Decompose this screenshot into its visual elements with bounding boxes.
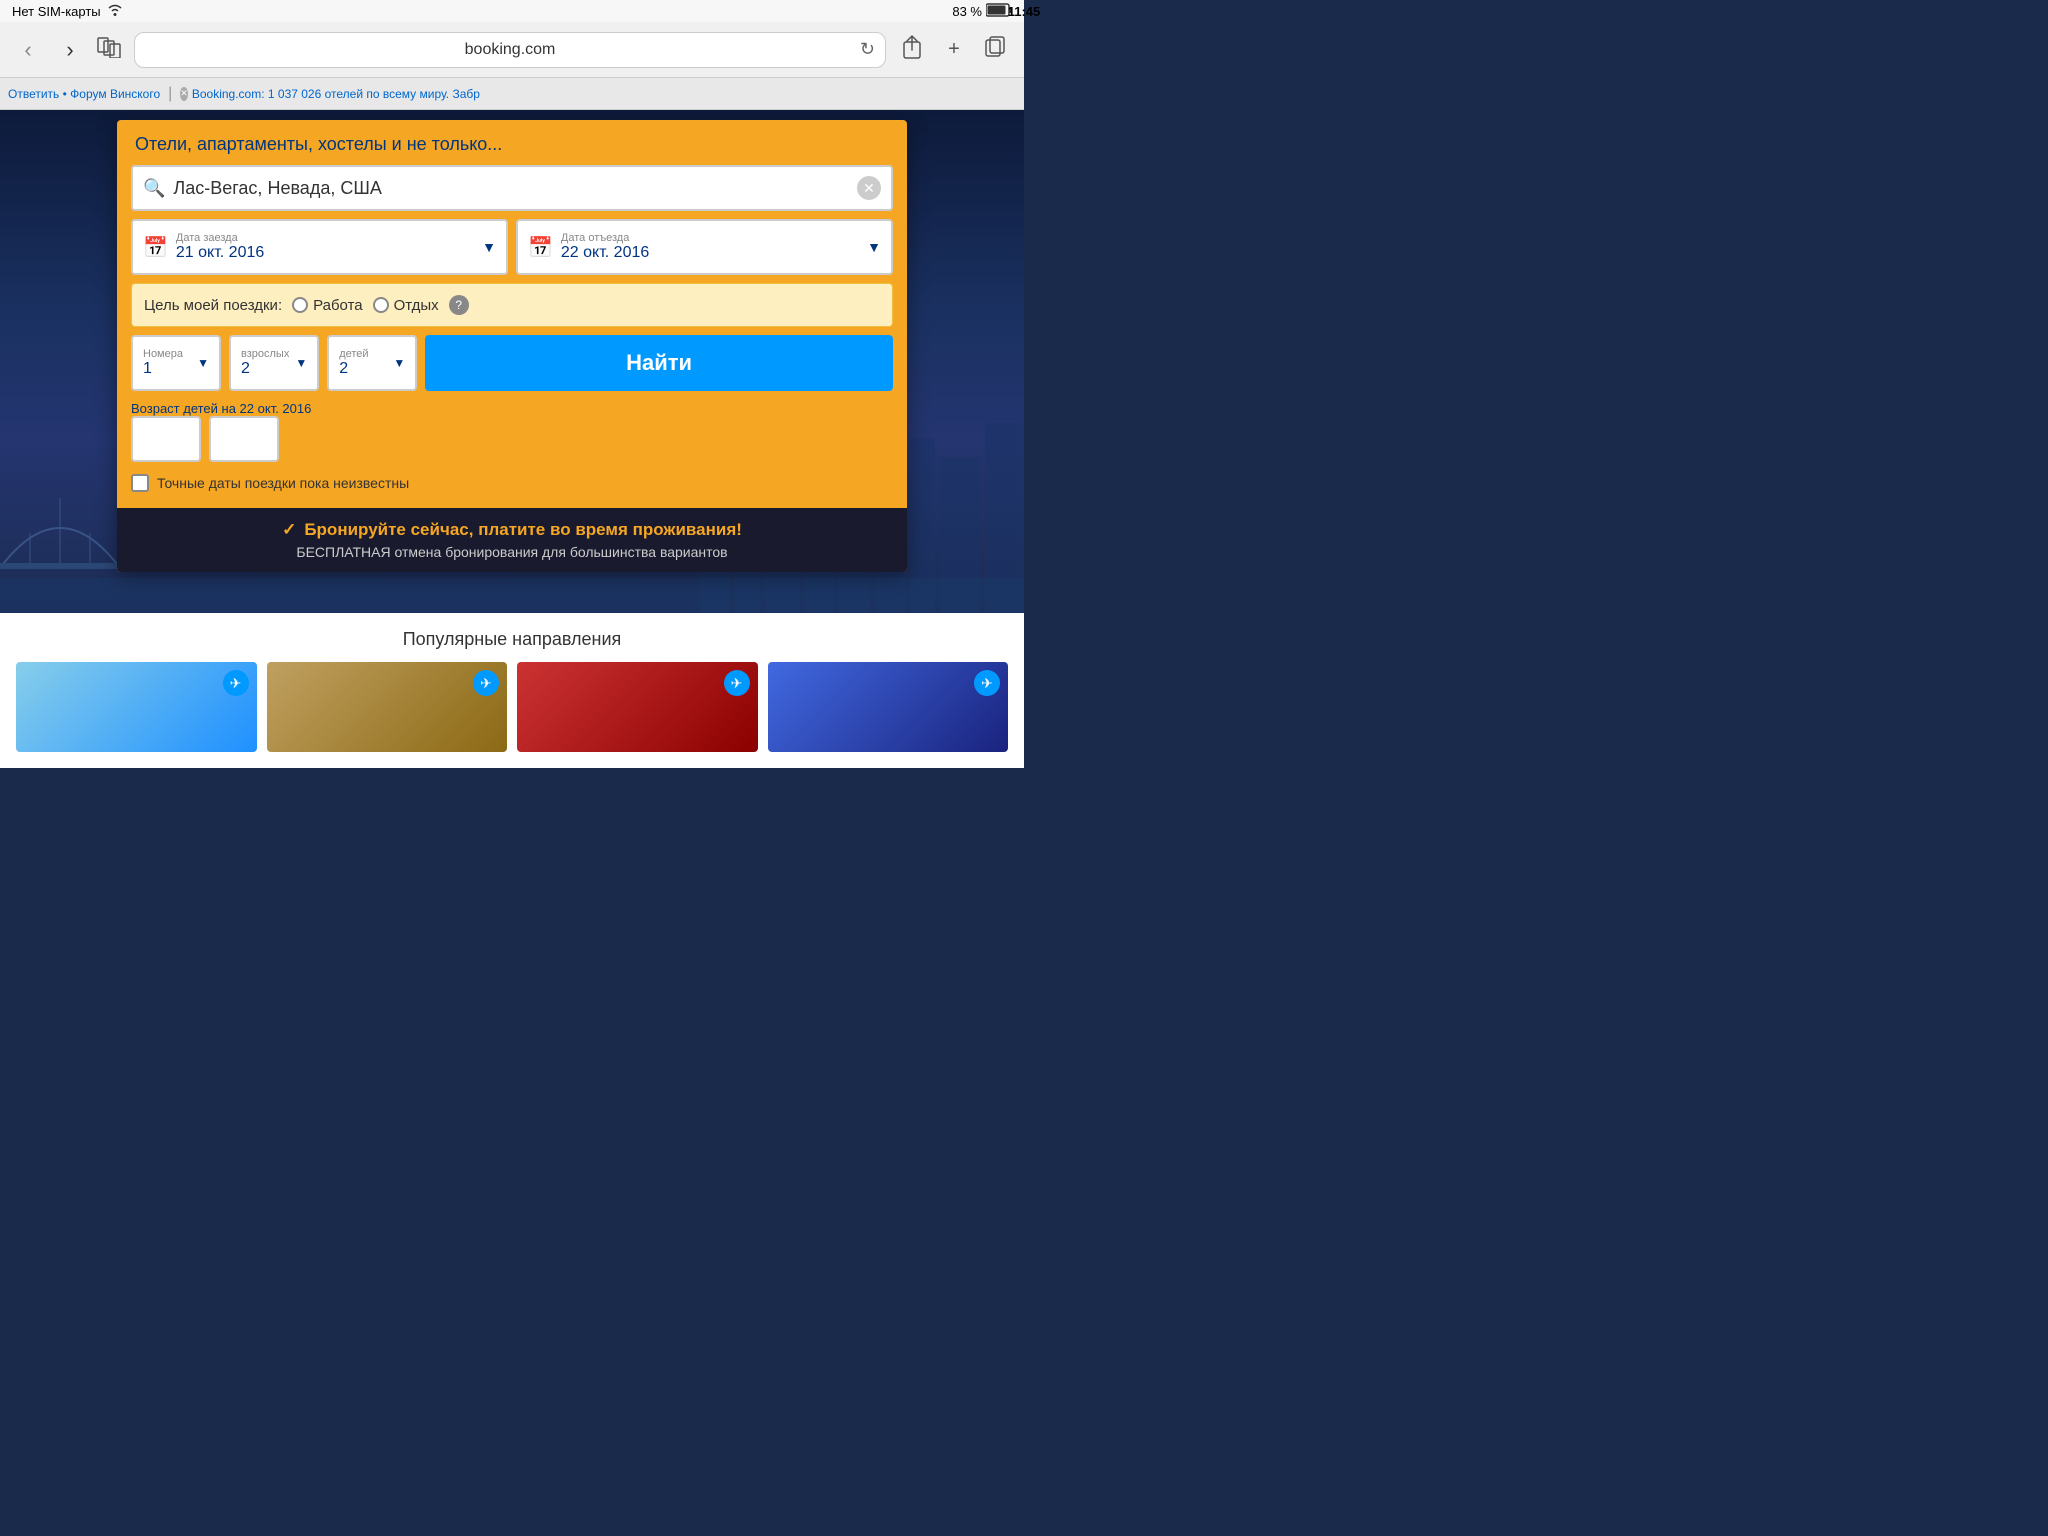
flexible-dates-checkbox[interactable] — [131, 474, 149, 492]
rooms-dropdown[interactable]: Номера 1 ▼ — [131, 335, 221, 391]
plane-icon-4: ✈ — [981, 675, 993, 692]
child-age-2[interactable] — [209, 416, 279, 462]
tab-bar: Ответить • Форум Винского | ✕ Booking.co… — [0, 78, 1024, 110]
tabs-overview-button[interactable] — [980, 36, 1012, 64]
date-row: 📅 Дата заезда 21 окт. 2016 ▼ 📅 Дата отъе… — [131, 219, 893, 275]
status-left: Нет SIM-карты — [12, 4, 123, 19]
children-age-section: Возраст детей на 22 окт. 2016 — [131, 399, 893, 462]
destination-card-4[interactable]: ✈ — [768, 662, 1009, 752]
browser-toolbar: ‹ › booking.com ↻ + — [0, 22, 1024, 78]
radio-work-label: Работа — [313, 297, 363, 314]
widget-body: 🔍 ✕ 📅 Дата заезда 21 окт. 2016 ▼ 📅 — [117, 165, 907, 510]
checkout-label: Дата отъезда — [561, 232, 859, 244]
popular-title: Популярные направления — [16, 629, 1008, 650]
radio-rest-circle — [373, 297, 389, 313]
checkout-value: 22 окт. 2016 — [561, 244, 859, 262]
promo-banner: ✓ Бронируйте сейчас, платите во время пр… — [117, 508, 907, 572]
children-dropdown[interactable]: детей 2 ▼ — [327, 335, 417, 391]
radio-work[interactable]: Работа — [292, 297, 363, 314]
radio-rest-label: Отдых — [394, 297, 439, 314]
close-tab-icon[interactable]: ✕ — [180, 87, 188, 101]
url-bar[interactable]: booking.com ↻ — [134, 32, 886, 68]
child-age-1[interactable] — [131, 416, 201, 462]
share-button[interactable] — [896, 34, 928, 66]
checkout-content: Дата отъезда 22 окт. 2016 — [561, 232, 859, 262]
adults-dropdown[interactable]: взрослых 2 ▼ — [229, 335, 319, 391]
checkin-content: Дата заезда 21 окт. 2016 — [176, 232, 474, 262]
status-time: 11:45 — [1008, 4, 1041, 19]
url-text: booking.com — [465, 41, 556, 59]
back-button[interactable]: ‹ — [12, 37, 44, 63]
tab-forum[interactable]: Ответить • Форум Винского — [8, 87, 160, 101]
destination-card-1[interactable]: ✈ — [16, 662, 257, 752]
battery-pct: 83 % — [952, 4, 982, 19]
plane-badge-3: ✈ — [724, 670, 750, 696]
search-button[interactable]: Найти — [425, 335, 893, 391]
destinations-grid: ✈ ✈ ✈ ✈ — [16, 662, 1008, 752]
children-fields — [131, 416, 893, 462]
rooms-row: Номера 1 ▼ взрослых 2 ▼ детей 2 — [131, 335, 893, 391]
plane-icon-3: ✈ — [731, 675, 743, 692]
widget-header: Отели, апартаменты, хостелы и не только.… — [117, 120, 907, 165]
plane-badge-1: ✈ — [223, 670, 249, 696]
destination-input[interactable] — [173, 178, 849, 199]
calendar-icon-2: 📅 — [528, 235, 553, 260]
adults-content: взрослых 2 — [241, 348, 289, 378]
tab-booking-label: Booking.com: 1 037 026 отелей по всему м… — [192, 87, 480, 101]
adults-value: 2 — [241, 360, 289, 378]
checkin-arrow: ▼ — [482, 239, 496, 255]
tab-divider: | — [168, 85, 172, 103]
checkmark-icon: ✓ — [282, 520, 296, 540]
radio-work-circle — [292, 297, 308, 313]
rooms-content: Номера 1 — [143, 348, 191, 378]
status-right: 83 % — [952, 3, 1012, 20]
destination-field[interactable]: 🔍 ✕ — [131, 165, 893, 211]
children-age-label: Возраст детей на 22 окт. 2016 — [131, 401, 893, 416]
clear-button[interactable]: ✕ — [857, 176, 881, 200]
destination-card-2[interactable]: ✈ — [267, 662, 508, 752]
checkin-field[interactable]: 📅 Дата заезда 21 окт. 2016 ▼ — [131, 219, 508, 275]
checkout-field[interactable]: 📅 Дата отъезда 22 окт. 2016 ▼ — [516, 219, 893, 275]
wifi-icon — [107, 4, 123, 19]
rooms-label: Номера — [143, 348, 191, 360]
adults-label: взрослых — [241, 348, 289, 360]
promo-main-text: Бронируйте сейчас, платите во время прож… — [304, 520, 742, 540]
purpose-row: Цель моей поездки: Работа Отдых ? — [131, 283, 893, 327]
purpose-label: Цель моей поездки: — [144, 297, 282, 314]
tab-booking[interactable]: ✕ Booking.com: 1 037 026 отелей по всему… — [180, 87, 480, 101]
rooms-arrow: ▼ — [197, 356, 209, 370]
add-tab-button[interactable]: + — [938, 38, 970, 61]
tab-forum-label: Ответить • Форум Винского — [8, 87, 160, 101]
rooms-value: 1 — [143, 360, 191, 378]
plane-icon-2: ✈ — [480, 675, 492, 692]
forward-button[interactable]: › — [54, 37, 86, 63]
promo-line1: ✓ Бронируйте сейчас, платите во время пр… — [135, 520, 889, 540]
reload-icon[interactable]: ↻ — [860, 39, 875, 60]
popular-section: Популярные направления ✈ ✈ ✈ ✈ — [0, 613, 1024, 768]
bookmarks-icon[interactable] — [96, 36, 124, 64]
radio-rest[interactable]: Отдых — [373, 297, 439, 314]
flexible-dates-label: Точные даты поездки пока неизвестны — [157, 475, 409, 491]
plane-icon-1: ✈ — [230, 675, 242, 692]
checkout-arrow: ▼ — [867, 239, 881, 255]
promo-line2: БЕСПЛАТНАЯ отмена бронирования для больш… — [135, 544, 889, 560]
children-label: детей — [339, 348, 387, 360]
page-background: Отели, апартаменты, хостелы и не только.… — [0, 110, 1024, 768]
checkin-label: Дата заезда — [176, 232, 474, 244]
search-icon: 🔍 — [143, 178, 165, 199]
children-value: 2 — [339, 360, 387, 378]
checkin-value: 21 окт. 2016 — [176, 244, 474, 262]
calendar-icon: 📅 — [143, 235, 168, 260]
help-icon[interactable]: ? — [449, 295, 469, 315]
destination-card-3[interactable]: ✈ — [517, 662, 758, 752]
children-content: детей 2 — [339, 348, 387, 378]
search-widget: Отели, апартаменты, хостелы и не только.… — [117, 120, 907, 572]
flexible-dates-row: Точные даты поездки пока неизвестны — [131, 470, 893, 496]
children-arrow: ▼ — [393, 356, 405, 370]
adults-arrow: ▼ — [295, 356, 307, 370]
status-bar: Нет SIM-карты 11:45 83 % — [0, 0, 1024, 22]
carrier-label: Нет SIM-карты — [12, 4, 101, 19]
plane-badge-4: ✈ — [974, 670, 1000, 696]
plane-badge-2: ✈ — [473, 670, 499, 696]
